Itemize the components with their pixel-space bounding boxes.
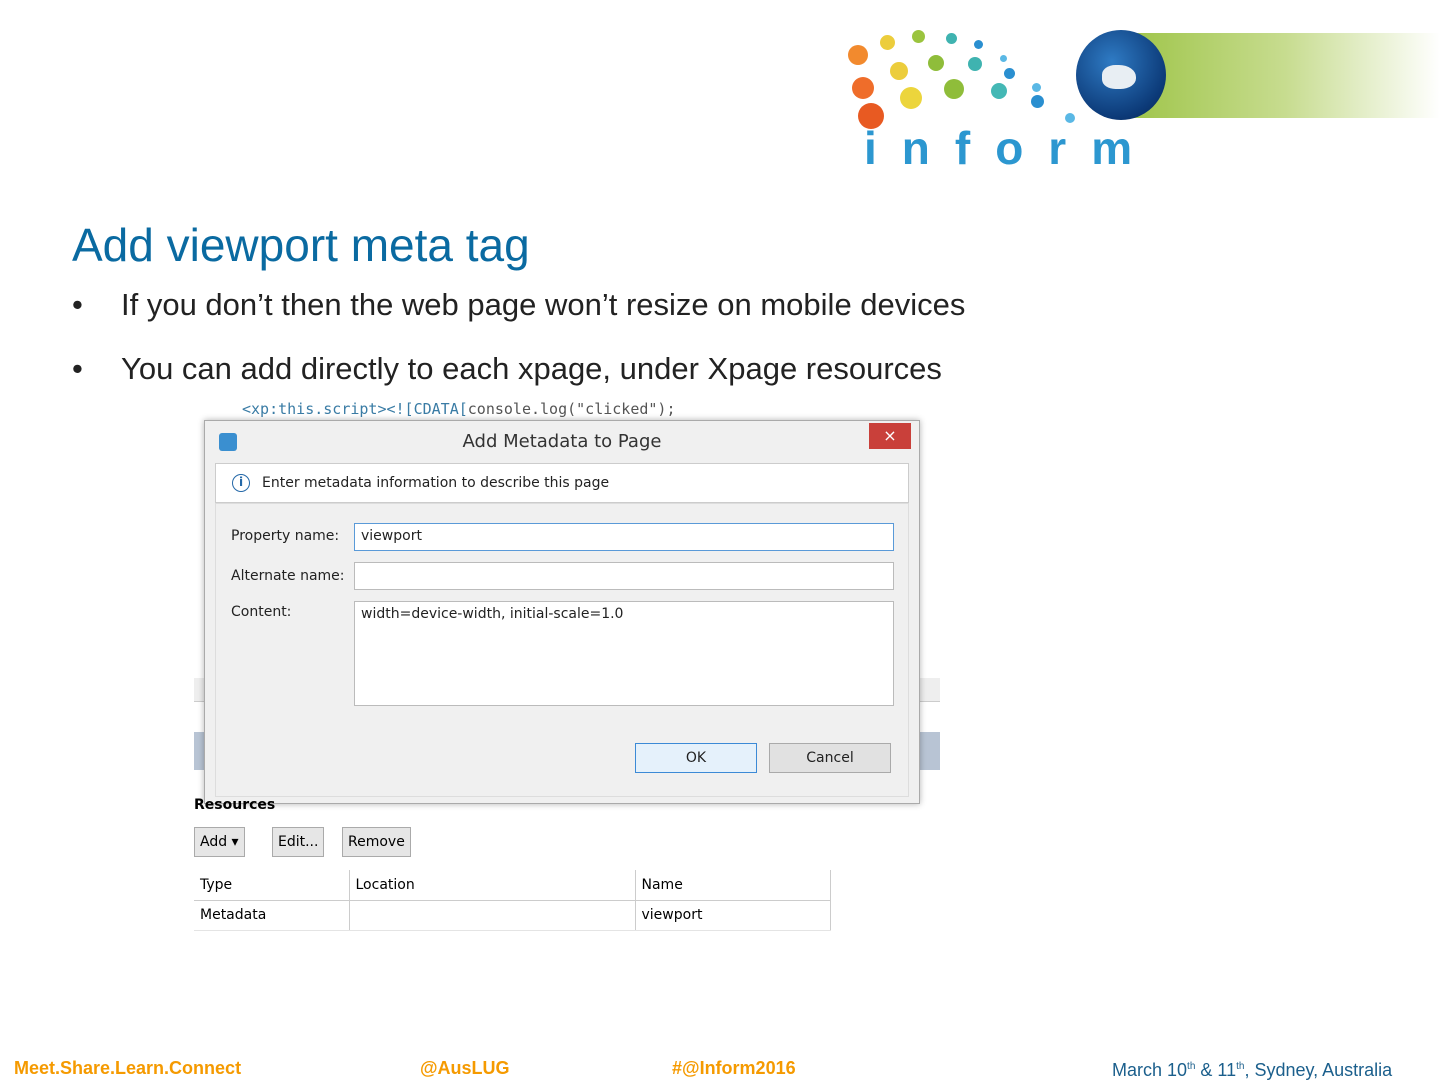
australia-shape	[1102, 65, 1136, 89]
property-name-input[interactable]: viewport	[354, 523, 894, 551]
property-name-label: Property name:	[231, 528, 340, 544]
embedded-screenshot: <xp:this.script><![CDATA[console.log("cl…	[194, 400, 940, 936]
resources-table: Type Location Name Metadata viewport	[194, 870, 831, 931]
logo-dot	[890, 62, 908, 80]
inform-logo: inform	[840, 25, 1440, 175]
logo-dot	[974, 40, 983, 49]
column-name[interactable]: Name	[635, 870, 831, 901]
cell-type: Metadata	[194, 900, 350, 931]
footer-tagline: Meet.Share.Learn.Connect	[14, 1058, 242, 1078]
alternate-name-input[interactable]	[354, 562, 894, 590]
table-header: Type Location Name	[194, 870, 831, 901]
info-banner: i Enter metadata information to describe …	[215, 463, 909, 503]
logo-dot	[900, 87, 922, 109]
add-button[interactable]: Add ▾	[194, 827, 245, 857]
date-part: & 11	[1195, 1060, 1237, 1080]
logo-dot	[1000, 55, 1007, 62]
bullet-text: You can add directly to each xpage, unde…	[121, 351, 942, 386]
bullet-item: • You can add directly to each xpage, und…	[72, 351, 942, 386]
code-text: console.log("clicked");	[467, 400, 676, 418]
logo-dot	[944, 79, 964, 99]
dialog-title: Add Metadata to Page	[462, 431, 662, 452]
logo-dot	[991, 83, 1007, 99]
logo-text: inform	[864, 122, 1158, 174]
ok-button[interactable]: OK	[635, 743, 757, 773]
content-label: Content:	[231, 604, 292, 620]
bullet-item: • If you don’t then the web page won’t re…	[72, 287, 966, 322]
cell-location	[349, 900, 636, 931]
logo-dot	[946, 33, 957, 44]
slide-title: Add viewport meta tag	[72, 219, 530, 271]
cancel-button[interactable]: Cancel	[769, 743, 891, 773]
date-part: March 10	[1112, 1060, 1188, 1080]
cell-name: viewport	[635, 900, 831, 931]
logo-dot	[912, 30, 925, 43]
footer-date: March 10th & 11th, Sydney, Australia	[1112, 1060, 1392, 1081]
logo-dot	[928, 55, 944, 71]
code-tag: <xp:this.script><![CDATA[	[242, 400, 468, 418]
logo-dot	[848, 45, 868, 65]
info-icon: i	[232, 474, 250, 492]
date-part: , Sydney, Australia	[1244, 1060, 1393, 1080]
content-textarea[interactable]: width=device-width, initial-scale=1.0	[354, 601, 894, 706]
info-text: Enter metadata information to describe t…	[262, 475, 610, 491]
edit-button[interactable]: Edit...	[272, 827, 325, 857]
logo-dot	[852, 77, 874, 99]
table-row[interactable]: Metadata viewport	[194, 900, 831, 931]
column-location[interactable]: Location	[349, 870, 636, 901]
code-line: <xp:this.script><![CDATA[console.log("cl…	[242, 400, 676, 418]
logo-dot	[1031, 95, 1044, 108]
remove-button[interactable]: Remove	[342, 827, 411, 857]
bullet-text: If you don’t then the web page won’t res…	[121, 287, 966, 322]
footer-hashtag: #@Inform2016	[672, 1058, 796, 1078]
column-type[interactable]: Type	[194, 870, 350, 901]
logo-dot	[968, 57, 982, 71]
logo-band	[1130, 33, 1440, 118]
alternate-name-label: Alternate name:	[231, 568, 345, 584]
close-button[interactable]: ×	[869, 423, 911, 449]
add-metadata-dialog: Add Metadata to Page × i Enter metadata i…	[204, 420, 920, 804]
resources-heading: Resources	[194, 797, 276, 813]
logo-dot	[1032, 83, 1041, 92]
logo-dot	[1004, 68, 1015, 79]
footer-twitter: @AusLUG	[420, 1058, 510, 1078]
logo-dot	[880, 35, 895, 50]
